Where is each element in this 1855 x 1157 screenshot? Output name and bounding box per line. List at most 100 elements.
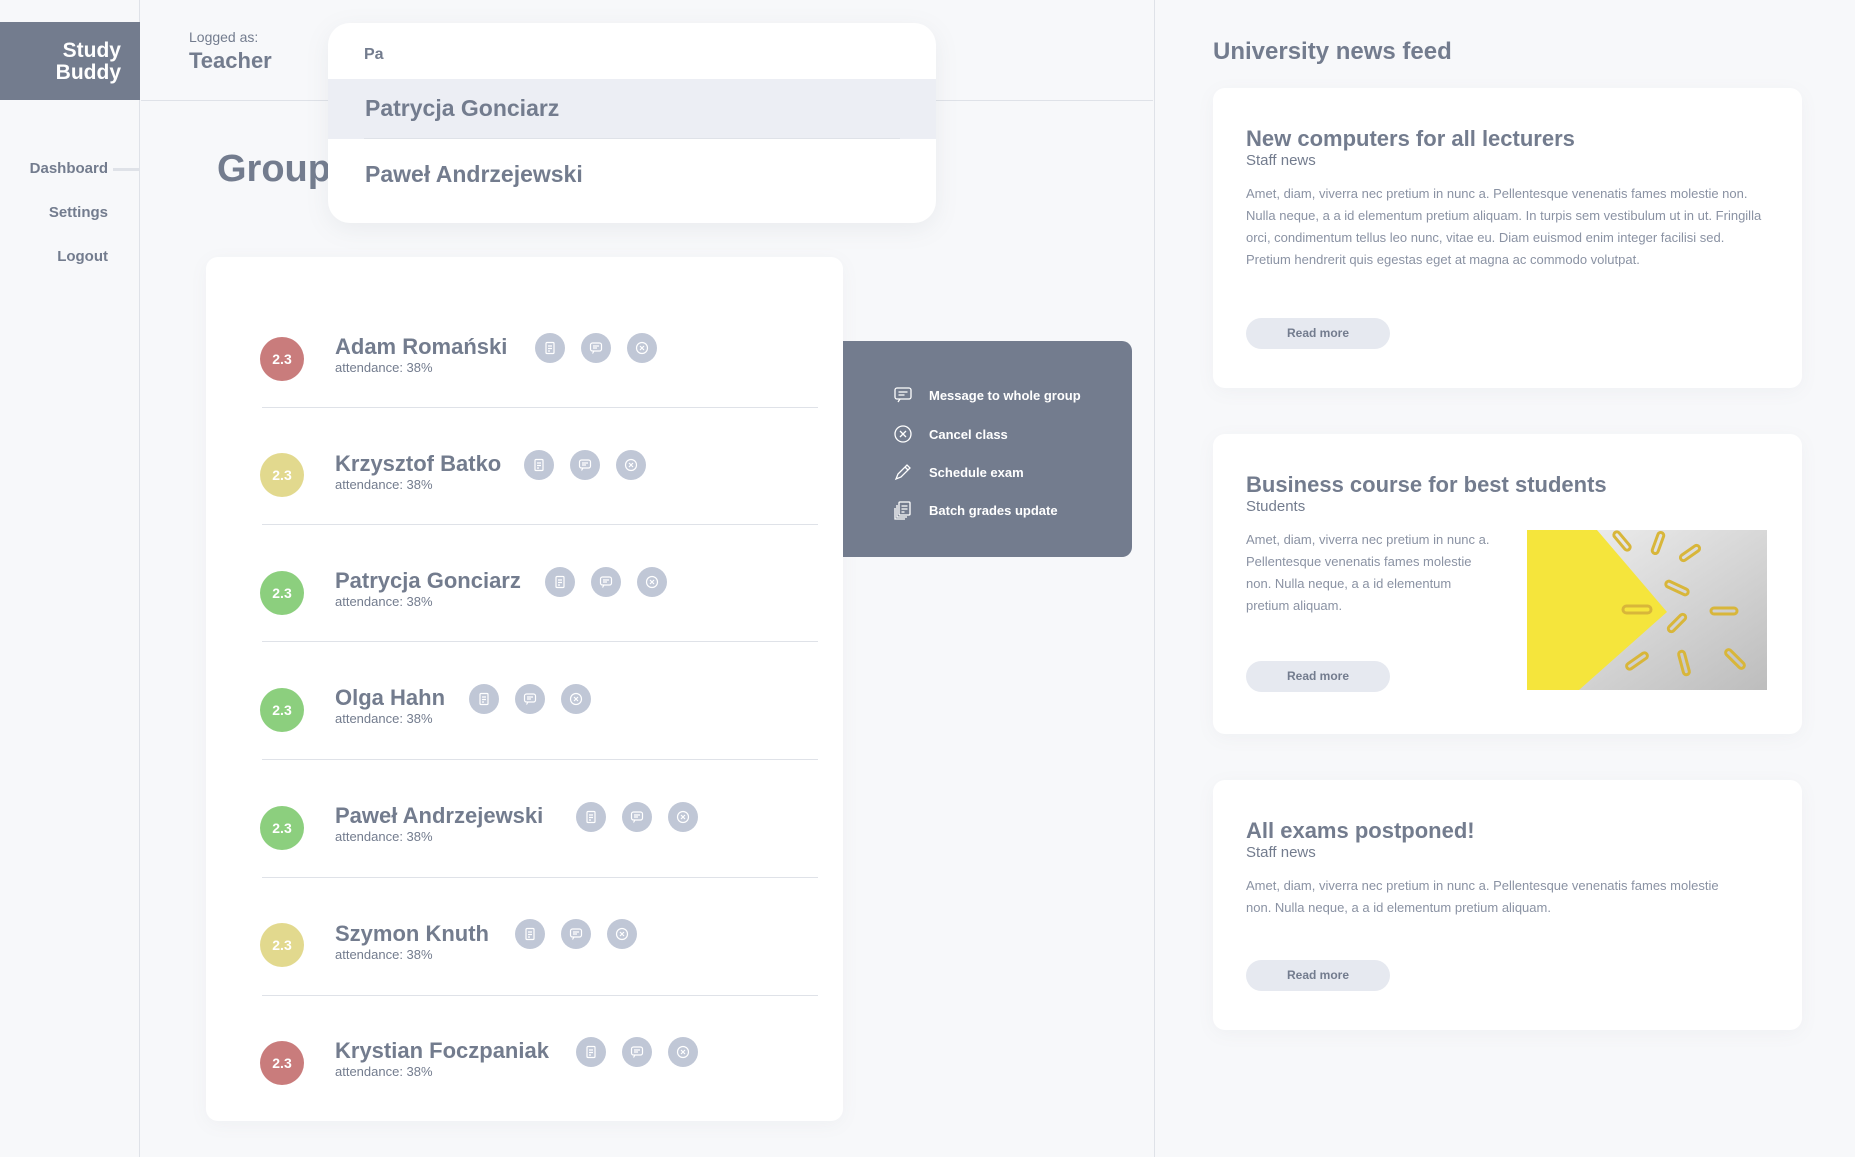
student-attendance: attendance: 38% (335, 829, 433, 844)
group-action-label: Batch grades update (929, 502, 1058, 518)
student-attendance: attendance: 38% (335, 1064, 433, 1079)
news-card-category: Students (1246, 498, 1306, 515)
student-actions (576, 1037, 698, 1067)
remove-icon[interactable] (637, 567, 667, 597)
average-badge: 2.3 (260, 806, 304, 850)
news-card-category: Staff news (1246, 844, 1316, 861)
message-icon (894, 387, 912, 403)
message-icon[interactable] (570, 450, 600, 480)
student-row[interactable]: 2.3 Paweł Andrzejewski attendance: 38% (206, 760, 843, 878)
message-icon[interactable] (561, 919, 591, 949)
search-result-item[interactable]: Paweł Andrzejewski (328, 145, 936, 205)
logged-as-label: Logged as: (189, 29, 259, 45)
average-badge: 2.3 (260, 1041, 304, 1085)
student-attendance: attendance: 38% (335, 360, 433, 375)
student-attendance: attendance: 38% (335, 477, 433, 492)
student-row[interactable]: 2.3 Patrycja Gonciarz attendance: 38% (206, 525, 843, 642)
remove-icon[interactable] (616, 450, 646, 480)
grades-icon[interactable] (535, 333, 565, 363)
search-dropdown: Patrycja Gonciarz Paweł Andrzejewski (328, 23, 936, 223)
cancel-class-action[interactable]: Cancel class (893, 424, 1008, 444)
student-row[interactable]: 2.3 Szymon Knuth attendance: 38% (206, 878, 843, 996)
news-card-title: All exams postponed! (1246, 818, 1475, 843)
student-actions (535, 333, 657, 363)
cancel-icon (894, 425, 912, 443)
active-nav-indicator (113, 168, 140, 171)
read-more-button[interactable]: Read more (1246, 318, 1390, 349)
message-icon[interactable] (622, 1037, 652, 1067)
news-card: New computers for all lecturers Staff ne… (1213, 88, 1802, 388)
remove-icon[interactable] (668, 802, 698, 832)
message-icon[interactable] (591, 567, 621, 597)
grades-icon[interactable] (469, 684, 499, 714)
row-divider (262, 641, 818, 642)
student-name: Paweł Andrzejewski (335, 803, 544, 828)
news-card: All exams postponed! Staff news Amet, di… (1213, 780, 1802, 1030)
students-list: 2.3 Adam Romański attendance: 38% 2.3 Kr… (206, 257, 843, 1121)
grades-icon[interactable] (545, 567, 575, 597)
schedule-exam-action[interactable]: Schedule exam (893, 462, 1024, 482)
student-row[interactable]: 2.3 Olga Hahn attendance: 38% (206, 643, 843, 760)
student-actions (576, 802, 698, 832)
news-card-content: Amet, diam, viverra nec pretium in nunc … (1246, 878, 1719, 915)
remove-icon[interactable] (668, 1037, 698, 1067)
group-actions-panel: Message to whole group Cancel class Sche… (843, 341, 1132, 557)
read-more-button[interactable]: Read more (1246, 661, 1390, 692)
search-input[interactable] (364, 43, 884, 67)
student-row[interactable]: 2.3 Adam Romański attendance: 38% (206, 257, 843, 408)
news-card-content: Amet, diam, viverra nec pretium in nunc … (1246, 186, 1762, 267)
student-actions (524, 450, 646, 480)
group-action-label: Schedule exam (929, 464, 1024, 480)
average-badge: 2.3 (260, 337, 304, 381)
student-row[interactable]: 2.3 Krystian Foczpaniak attendance: 38% (206, 996, 843, 1113)
grades-icon[interactable] (515, 919, 545, 949)
sidebar-item-dashboard[interactable]: Dashboard (30, 160, 108, 177)
group-action-label: Message to whole group (929, 387, 1081, 403)
student-name: Patrycja Gonciarz (335, 568, 521, 593)
student-name: Olga Hahn (335, 685, 446, 710)
news-card-title: Business course for best students (1246, 472, 1607, 497)
news-card-image (1527, 530, 1767, 690)
message-icon[interactable] (622, 802, 652, 832)
grades-stack-icon (894, 501, 911, 520)
remove-icon[interactable] (607, 919, 637, 949)
student-name: Adam Romański (335, 334, 508, 359)
remove-icon[interactable] (561, 684, 591, 714)
news-card-category: Staff news (1246, 152, 1316, 169)
average-badge: 2.3 (260, 923, 304, 967)
student-attendance: attendance: 38% (335, 711, 433, 726)
sidebar: Study Buddy Dashboard Settings Logout (0, 0, 140, 1157)
grades-icon[interactable] (524, 450, 554, 480)
pencil-icon (894, 464, 911, 481)
app-logo: Study Buddy (0, 22, 140, 100)
student-attendance: attendance: 38% (335, 947, 433, 962)
sidebar-item-logout[interactable]: Logout (57, 248, 108, 265)
sidebar-item-settings[interactable]: Settings (49, 204, 108, 221)
news-card: Business course for best students Studen… (1213, 434, 1802, 734)
student-name: Krystian Foczpaniak (335, 1038, 549, 1063)
search-result-divider (364, 138, 900, 139)
message-icon[interactable] (515, 684, 545, 714)
message-group-action[interactable]: Message to whole group (893, 385, 1081, 405)
student-actions (515, 919, 637, 949)
student-actions (545, 567, 667, 597)
search-result-item[interactable]: Patrycja Gonciarz (328, 79, 936, 139)
student-actions (469, 684, 591, 714)
news-card-content: Amet, diam, viverra nec pretium in nunc … (1246, 532, 1490, 613)
page-title: Group (217, 148, 331, 190)
read-more-button[interactable]: Read more (1246, 960, 1390, 991)
news-feed-title: University news feed (1213, 38, 1452, 65)
user-role: Teacher (189, 48, 272, 73)
student-name: Krzysztof Batko (335, 451, 502, 476)
group-action-label: Cancel class (929, 426, 1008, 442)
batch-grades-action[interactable]: Batch grades update (893, 500, 1058, 520)
grades-icon[interactable] (576, 802, 606, 832)
remove-icon[interactable] (627, 333, 657, 363)
student-attendance: attendance: 38% (335, 594, 433, 609)
news-divider (1154, 0, 1155, 1157)
average-badge: 2.3 (260, 571, 304, 615)
student-row[interactable]: 2.3 Krzysztof Batko attendance: 38% (206, 408, 843, 525)
average-badge: 2.3 (260, 453, 304, 497)
grades-icon[interactable] (576, 1037, 606, 1067)
message-icon[interactable] (581, 333, 611, 363)
